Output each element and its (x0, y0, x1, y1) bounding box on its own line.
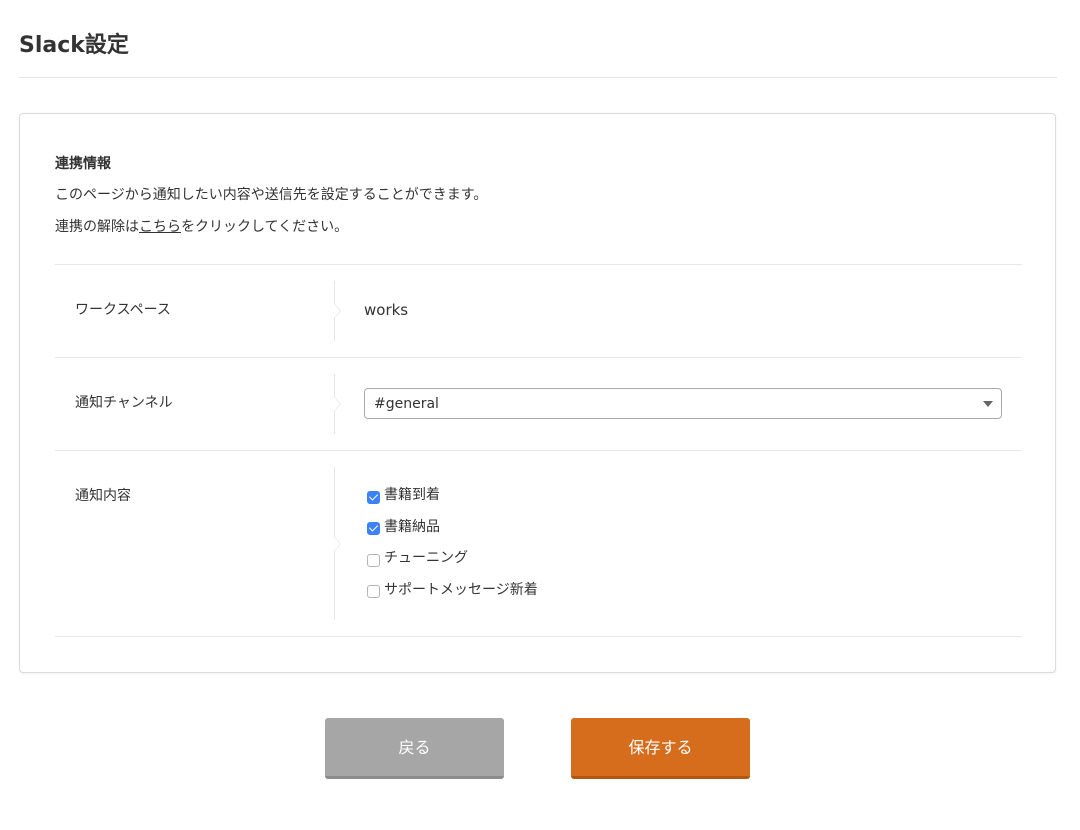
page-title: Slack設定 (19, 33, 129, 58)
back-button[interactable]: 戻る (325, 718, 504, 779)
channel-select[interactable]: #general (364, 388, 1002, 419)
channel-label: 通知チャンネル (75, 395, 173, 411)
workspace-value: works (364, 301, 409, 319)
title-divider (19, 77, 1057, 78)
description-suffix: をクリックしてください。 (181, 219, 349, 235)
checkbox-label: チューニング (384, 550, 468, 566)
settings-card: 連携情報 このページから通知したい内容や送信先を設定することができます。 連携の… (19, 113, 1056, 673)
chevron-down-icon (983, 401, 993, 407)
save-button[interactable]: 保存する (571, 718, 750, 779)
content-checkbox-list: 書籍到着 書籍納品 チューニング サポートメッセージ新着 (367, 485, 538, 611)
channel-row: 通知チャンネル #general (55, 357, 1022, 450)
checkbox-label: サポートメッセージ新着 (384, 581, 538, 598)
slack-settings-page: Slack設定 連携情報 このページから通知したい内容や送信先を設定することがで… (0, 0, 1080, 830)
checkbox-label: 書籍納品 (384, 518, 440, 535)
channel-select-value: #general (374, 396, 439, 412)
checkbox-item-book-arrival[interactable]: 書籍到着 (367, 485, 538, 505)
checkbox-item-support-message[interactable]: サポートメッセージ新着 (367, 580, 538, 600)
description-line-2: 連携の解除はこちらをクリックしてください。 (55, 217, 348, 237)
row-divider (334, 281, 341, 341)
section-title: 連携情報 (55, 156, 111, 172)
checkbox-book-delivery[interactable] (367, 522, 380, 535)
checkbox-support-message[interactable] (367, 585, 380, 598)
row-divider (334, 467, 341, 620)
checkbox-item-tuning[interactable]: チューニング (367, 548, 538, 568)
workspace-row: ワークスペース works (55, 264, 1022, 357)
workspace-label: ワークスペース (75, 302, 171, 318)
checkbox-book-arrival[interactable] (367, 490, 380, 504)
content-row: 通知内容 書籍到着 書籍納品 チューニング サポートメッセージ新着 (55, 450, 1022, 637)
settings-table: ワークスペース works 通知チャンネル #general 通知内容 書籍到着… (55, 264, 1022, 637)
checkbox-label: 書籍到着 (384, 487, 440, 503)
content-label: 通知内容 (75, 488, 131, 504)
row-divider (334, 374, 341, 434)
description-line-1: このページから通知したい内容や送信先を設定することができます。 (55, 187, 488, 203)
checkbox-tuning[interactable] (367, 553, 380, 567)
checkbox-item-book-delivery[interactable]: 書籍納品 (367, 517, 538, 537)
unlink-link[interactable]: こちら (139, 219, 181, 235)
description-prefix: 連携の解除は (55, 219, 139, 235)
